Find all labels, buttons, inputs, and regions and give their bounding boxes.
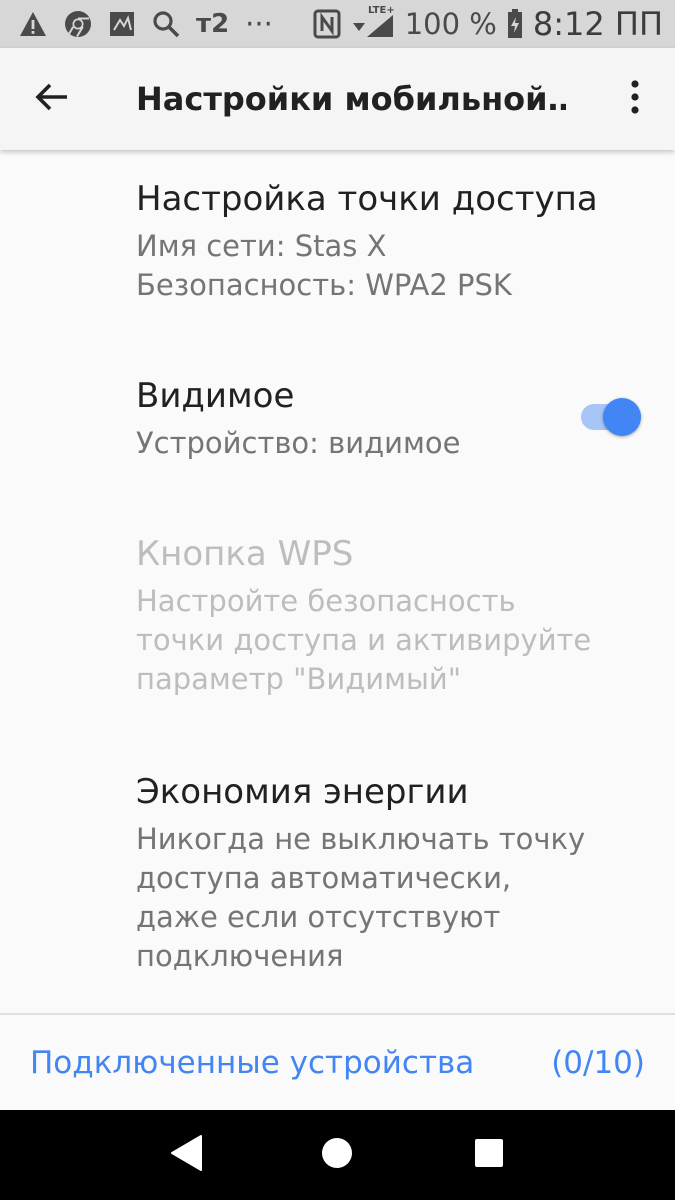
visible-toggle-switch[interactable] [577,396,641,436]
more-options-button[interactable] [595,49,675,149]
navigation-bar [0,1110,675,1200]
signal-icon: LTE+ [351,5,395,39]
battery-icon [507,9,523,39]
app-icon [108,9,136,39]
battery-percent: 100 % [404,6,497,41]
pref-ap-config-title: Настройка точки доступа [136,179,598,219]
warning-icon [18,9,48,39]
pref-wps-summary-line3: параметр "Видимый" [136,662,462,696]
switch-thumb [603,398,641,436]
chrome-icon [64,9,92,39]
connected-devices-count: (0/10) [551,1044,645,1081]
circle-home-icon [321,1137,353,1173]
pref-power-saving-summary-line3: даже если отсутствуют [136,900,501,934]
nfc-icon [313,9,341,39]
pref-power-saving[interactable]: Экономия энергии Никогда не выключать то… [0,770,675,976]
triangle-back-icon [169,1134,203,1176]
pref-wps-summary-line2: точки доступа и активируйте [136,623,592,657]
overflow-notifications: ··· [245,6,273,41]
nav-home-button[interactable] [297,1115,377,1195]
back-button[interactable] [2,49,102,149]
clock: 8:12 ПП [532,5,663,43]
page-title: Настройки мобильной… [136,80,566,118]
nav-back-button[interactable] [146,1115,226,1195]
carrier-label: т2 [196,9,230,39]
pref-visible[interactable]: Видимое Устройство: видимое [0,374,675,463]
status-bar: т2 ··· LTE+ 100 % 8:12 ПП [0,0,675,48]
app-bar: Настройки мобильной… [0,48,675,150]
pref-wps-summary-line1: Настройте безопасность [136,584,516,618]
network-type-label: LTE+ [367,5,395,16]
connected-devices-row[interactable]: Подключенные устройства (0/10) [0,1015,675,1110]
pref-power-saving-summary-line1: Никогда не выключать точку [136,822,586,856]
pref-power-saving-title: Экономия энергии [136,772,469,812]
pref-ap-network-name: Имя сети: Stas X [136,229,387,263]
square-recents-icon [474,1138,504,1172]
pref-wps-title: Кнопка WPS [136,534,354,574]
connected-devices-label: Подключенные устройства [30,1044,475,1081]
nav-recents-button[interactable] [449,1115,529,1195]
pref-power-saving-summary-line2: доступа автоматически, [136,861,512,895]
more-vert-icon [630,80,640,118]
pref-power-saving-summary-line4: подключения [136,939,344,973]
pref-wps: Кнопка WPS Настройте безопасность точки … [0,532,675,699]
pref-ap-config[interactable]: Настройка точки доступа Имя сети: Stas X… [0,177,675,305]
arrow-back-icon [35,82,69,116]
search-icon [152,9,180,39]
pref-ap-security: Безопасность: WPA2 PSK [136,268,512,302]
